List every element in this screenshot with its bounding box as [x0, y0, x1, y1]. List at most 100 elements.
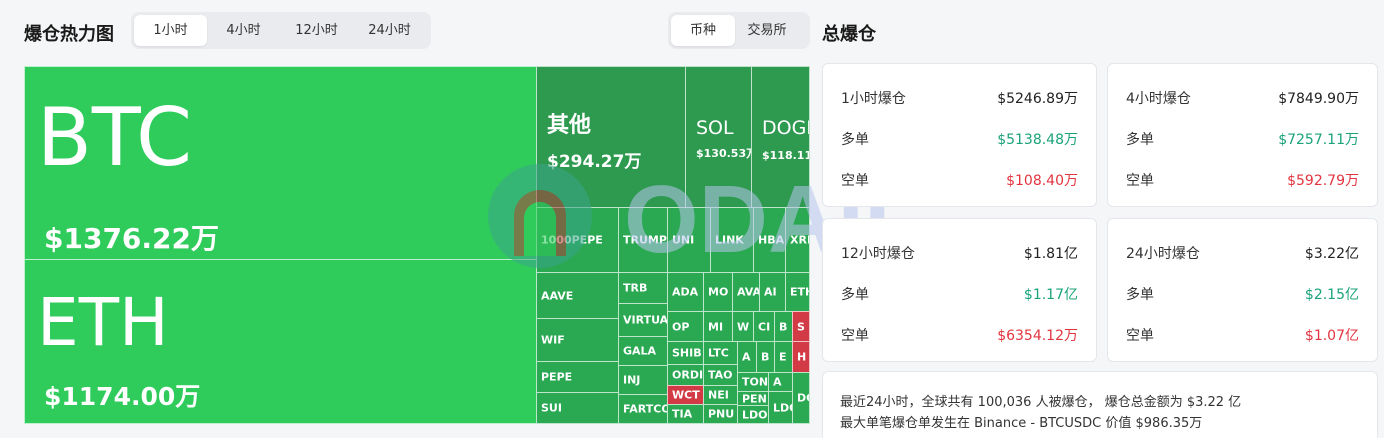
tile-small[interactable]: H — [792, 341, 810, 373]
tile-small-label: ETH — [790, 285, 809, 299]
tile-small[interactable]: S — [792, 311, 810, 342]
tile-small[interactable]: SUI — [536, 392, 619, 424]
tile-small[interactable]: A — [768, 372, 793, 392]
tile-small[interactable]: WCT — [667, 385, 704, 405]
tile-small[interactable]: ORDI — [667, 364, 704, 386]
long-value: $7257.11万 — [1278, 132, 1359, 148]
tile-small[interactable]: HBAR — [753, 207, 786, 273]
short-label: 空单 — [841, 328, 869, 344]
tile-small[interactable]: DO — [792, 372, 810, 424]
card-label: 24小时爆仓 — [1126, 246, 1200, 262]
tile-small[interactable]: WIF — [536, 318, 619, 362]
tab-12h[interactable]: 12小时 — [280, 15, 353, 46]
tile-small-label: SUI — [541, 401, 562, 415]
card-label: 1小时爆仓 — [841, 91, 906, 107]
tile-small-label: GALA — [623, 344, 657, 358]
tile-small[interactable]: MO — [703, 272, 733, 312]
tile-small[interactable]: TON — [737, 372, 769, 392]
tile-small[interactable]: 1000PEPE — [536, 207, 619, 273]
tile-small-label: PEN — [742, 392, 767, 405]
tile-small[interactable]: NEI — [703, 385, 738, 405]
tile-small[interactable]: A — [737, 341, 757, 373]
tab-4h[interactable]: 4小时 — [207, 15, 280, 46]
tile-small-label: LDO — [773, 401, 792, 414]
tile-small[interactable]: PNU — [703, 404, 738, 424]
tile-small-label: ADA — [672, 285, 699, 299]
heatmap-title: 爆仓热力图 — [24, 24, 114, 45]
tile-small-label: A — [742, 350, 751, 364]
tile-small[interactable]: E — [774, 341, 793, 373]
tile-small[interactable]: TIA — [667, 404, 704, 424]
long-label: 多单 — [841, 132, 869, 148]
tile-btc-value: $1376.22万 — [44, 222, 220, 255]
tile-small[interactable]: TRB — [618, 272, 668, 304]
tile-others[interactable]: 其他 $294.27万 — [536, 66, 686, 208]
tile-small-label: TIA — [672, 407, 693, 421]
tab-by-exchange[interactable]: 交易所 — [735, 15, 799, 46]
tile-sol[interactable]: SOL $130.53万 — [685, 66, 752, 208]
card-total: $7849.90万 — [1278, 91, 1359, 107]
tile-small[interactable]: GALA — [618, 336, 668, 366]
liquidation-summary: 最近24小时，全球共有 100,036 人被爆仓， 爆仓总金额为 $3.22 亿… — [822, 371, 1378, 438]
tile-small[interactable]: LDO — [737, 405, 769, 424]
tile-small[interactable]: SHIB — [667, 341, 704, 365]
tile-small[interactable]: CI — [753, 311, 775, 342]
tile-small-label: FARTCOIN — [623, 402, 667, 416]
tile-small[interactable]: FARTCOIN — [618, 394, 668, 424]
liquidation-card-1h: 1小时爆仓 $5246.89万 多单 $5138.48万 空单 $108.40万 — [822, 63, 1097, 207]
time-range-tabs: 1小时 4小时 12小时 24小时 — [131, 12, 431, 49]
tile-small[interactable]: TRUMP — [618, 207, 668, 273]
tile-small[interactable]: TAO — [703, 364, 738, 386]
tile-small[interactable]: UNI — [667, 207, 711, 273]
tile-small-label: VIRTUAL — [623, 313, 668, 327]
tile-small[interactable]: VIRTUAL — [618, 303, 668, 337]
tile-small-label: MO — [708, 285, 729, 299]
tile-small-label: 1000PEPE — [541, 233, 603, 247]
summary-line-1: 最近24小时，全球共有 100,036 人被爆仓， 爆仓总金额为 $3.22 亿 — [840, 395, 1242, 410]
tile-doge[interactable]: DOGE $118.11万 — [751, 66, 810, 208]
long-value: $2.15亿 — [1304, 287, 1359, 303]
tile-small-label: LDO — [742, 408, 768, 421]
tile-small[interactable]: LINK — [710, 207, 754, 273]
short-label: 空单 — [1126, 328, 1154, 344]
tab-1h[interactable]: 1小时 — [134, 15, 207, 46]
tile-small-label: HBAR — [758, 233, 785, 247]
tile-small[interactable]: AVA — [732, 272, 760, 312]
tile-eth[interactable]: ETH $1174.00万 — [24, 259, 537, 424]
tile-others-name: 其他 — [547, 113, 592, 138]
tile-small[interactable]: XRP — [785, 207, 810, 273]
tile-sol-value: $130.53万 — [696, 147, 752, 160]
tile-small-label: W — [737, 320, 750, 333]
tile-small-label: AVA — [737, 285, 760, 299]
tile-small-label: XRP — [790, 233, 809, 247]
short-value: $6354.12万 — [997, 328, 1078, 344]
tile-small-label: A — [773, 375, 782, 389]
tile-eth-name: ETH — [37, 284, 169, 361]
tile-small[interactable]: ETH — [785, 272, 810, 312]
short-value: $1.07亿 — [1304, 328, 1359, 344]
tile-small[interactable]: OP — [667, 311, 704, 342]
tab-by-coin[interactable]: 币种 — [671, 15, 735, 46]
tab-24h[interactable]: 24小时 — [353, 15, 426, 46]
tile-small[interactable]: B — [756, 341, 775, 373]
tile-small[interactable]: AAVE — [536, 272, 619, 319]
tile-small[interactable]: MI — [703, 311, 733, 342]
tile-small-label: WCT — [672, 388, 700, 402]
tile-small[interactable]: W — [732, 311, 754, 342]
tile-small-label: PNU — [708, 407, 735, 421]
tile-btc[interactable]: BTC $1376.22万 — [24, 66, 537, 260]
tile-small[interactable]: B — [774, 311, 793, 342]
tile-small[interactable]: LTC — [703, 341, 738, 365]
tile-small-label: UNI — [672, 233, 695, 247]
tile-small-label: B — [761, 350, 770, 364]
tile-small-label: MI — [708, 320, 724, 333]
tile-small[interactable]: INJ — [618, 365, 668, 395]
tile-small[interactable]: PEN — [737, 391, 769, 406]
tile-small[interactable]: AI — [759, 272, 786, 312]
tile-small[interactable]: PEPE — [536, 361, 619, 393]
tile-small[interactable]: ADA — [667, 272, 704, 312]
group-mode-tabs: 币种 交易所 — [668, 12, 810, 49]
tile-small-label: AAVE — [541, 289, 574, 302]
tile-small-label: NEI — [708, 388, 729, 402]
tile-small[interactable]: LDO — [768, 391, 793, 424]
